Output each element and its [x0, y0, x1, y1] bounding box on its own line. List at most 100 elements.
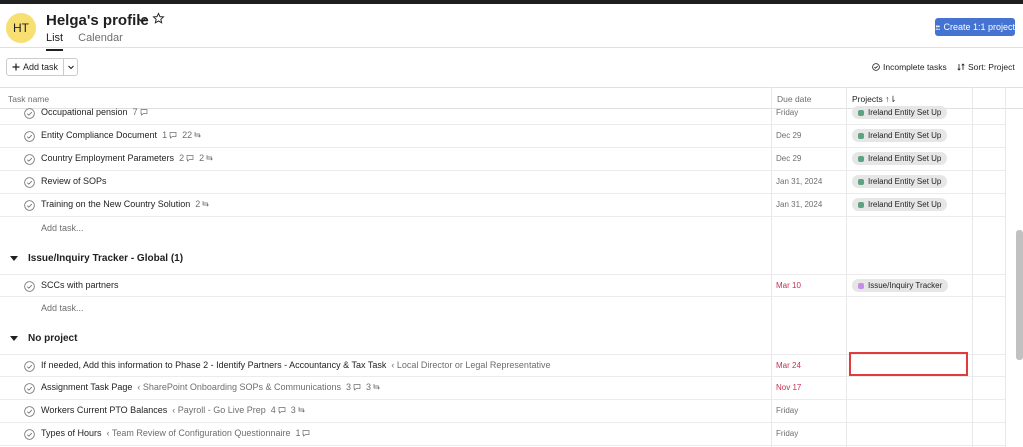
table-row[interactable]: Workers Current PTO Balances ‹ Payroll -… — [0, 400, 1005, 423]
comment-icon — [169, 132, 177, 139]
add-task-dropdown[interactable] — [64, 59, 77, 75]
subtask-icon — [202, 201, 210, 207]
table-row[interactable]: Training on the New Country Solution 2 J… — [0, 194, 1005, 217]
complete-checkbox-icon[interactable] — [24, 361, 35, 372]
due-date[interactable]: Friday — [776, 108, 798, 117]
due-date[interactable]: Mar 24 — [776, 361, 801, 370]
add-task-button[interactable]: Add task — [6, 58, 79, 76]
complete-checkbox-icon[interactable] — [24, 131, 35, 142]
project-pill[interactable]: Issue/Inquiry Tracker — [852, 279, 949, 292]
comment-icon — [140, 109, 147, 116]
complete-checkbox-icon[interactable] — [24, 281, 35, 292]
task-name[interactable]: Types of Hours ‹ Team Review of Configur… — [41, 428, 310, 438]
complete-checkbox-icon[interactable] — [24, 406, 35, 417]
subtask-number: 3 — [366, 382, 372, 392]
avatar[interactable]: HT — [6, 13, 36, 43]
task-name[interactable]: Assignment Task Page ‹ SharePoint Onboar… — [41, 382, 382, 392]
add-task-main[interactable]: Add task — [7, 59, 65, 75]
highlighted-projects-cell[interactable] — [849, 352, 968, 376]
comment-number: 1 — [162, 130, 168, 140]
complete-checkbox-icon[interactable] — [24, 108, 35, 119]
project-pill[interactable]: Ireland Entity Set Up — [852, 198, 948, 211]
task-title: Training on the New Country Solution — [41, 199, 191, 209]
subtask-count[interactable]: 3 — [366, 382, 382, 392]
subtask-number: 2 — [195, 199, 201, 209]
sort-button[interactable]: Sort: Project — [957, 62, 1015, 72]
subtask-number: 2 — [199, 153, 205, 163]
table-row[interactable]: Occupational pension 7 Friday Ireland En… — [0, 102, 1005, 125]
parent-task-link[interactable]: ‹ Local Director or Legal Representative — [391, 360, 550, 370]
parent-task-link[interactable]: ‹ SharePoint Onboarding SOPs & Communica… — [137, 382, 341, 392]
section-header[interactable]: No project — [10, 333, 77, 344]
section-header[interactable]: Issue/Inquiry Tracker - Global (1) — [10, 253, 183, 264]
filter-label: Incomplete tasks — [883, 62, 947, 72]
parent-task-link[interactable]: ‹ Team Review of Configuration Questionn… — [107, 428, 291, 438]
task-name[interactable]: Training on the New Country Solution 2 — [41, 199, 211, 209]
due-date[interactable]: Mar 10 — [776, 281, 801, 290]
vertical-scrollbar[interactable] — [1016, 230, 1023, 360]
section-title: Issue/Inquiry Tracker - Global (1) — [28, 253, 184, 264]
project-pill[interactable]: Ireland Entity Set Up — [852, 152, 948, 165]
check-circle-icon — [872, 63, 880, 71]
chevron-down-icon — [67, 65, 74, 70]
due-date[interactable]: Friday — [776, 406, 798, 415]
due-date[interactable]: Friday — [776, 429, 798, 438]
task-name[interactable]: Review of SOPs — [41, 176, 107, 186]
comment-count[interactable]: 2 — [179, 153, 194, 163]
table-row[interactable]: SCCs with partners Mar 10 Issue/Inquiry … — [0, 274, 1005, 297]
subtask-count[interactable]: 3 — [291, 405, 307, 415]
comment-count[interactable]: 1 — [295, 428, 310, 438]
subtask-count[interactable]: 2 — [199, 153, 215, 163]
comment-count[interactable]: 1 — [162, 130, 177, 140]
complete-checkbox-icon[interactable] — [24, 200, 35, 211]
star-icon[interactable] — [152, 12, 165, 25]
comment-count[interactable]: 3 — [346, 382, 361, 392]
task-title: Review of SOPs — [41, 176, 107, 186]
sort-icon — [957, 63, 965, 71]
table-row[interactable]: Entity Compliance Document 1 22 Dec 29 I… — [0, 125, 1005, 148]
create-project-button[interactable]: Create 1:1 project — [935, 18, 1015, 36]
complete-checkbox-icon[interactable] — [24, 154, 35, 165]
table-row[interactable]: Country Employment Parameters 2 2 Dec 29… — [0, 148, 1005, 171]
task-title: Types of Hours — [41, 428, 102, 438]
due-date[interactable]: Nov 17 — [776, 383, 801, 392]
add-task-link[interactable]: Add task... — [41, 303, 84, 313]
sort-label: Sort: Project — [968, 62, 1015, 72]
subtask-icon — [298, 407, 305, 413]
task-name[interactable]: SCCs with partners — [41, 280, 119, 290]
due-date[interactable]: Jan 31, 2024 — [776, 177, 822, 186]
task-name[interactable]: Country Employment Parameters 2 2 — [41, 153, 215, 163]
parent-task-link[interactable]: ‹ Payroll - Go Live Prep — [172, 405, 266, 415]
task-name[interactable]: Entity Compliance Document 1 22 — [41, 130, 203, 140]
project-pill[interactable]: Ireland Entity Set Up — [852, 129, 948, 142]
project-pill[interactable]: Ireland Entity Set Up — [852, 175, 948, 188]
collapse-triangle-icon[interactable] — [10, 256, 18, 261]
table-row[interactable]: Review of SOPs Jan 31, 2024 Ireland Enti… — [0, 171, 1005, 194]
comment-count[interactable]: 7 — [133, 107, 148, 117]
subtask-count[interactable]: 22 — [182, 130, 203, 140]
subtask-count[interactable]: 2 — [195, 199, 211, 209]
due-date[interactable]: Dec 29 — [776, 131, 801, 140]
collapse-triangle-icon[interactable] — [10, 336, 18, 341]
comment-number: 1 — [295, 428, 301, 438]
table-row[interactable]: Types of Hours ‹ Team Review of Configur… — [0, 423, 1005, 446]
task-name[interactable]: Workers Current PTO Balances ‹ Payroll -… — [41, 405, 307, 415]
incomplete-tasks-filter[interactable]: Incomplete tasks — [872, 62, 947, 72]
add-task-link[interactable]: Add task... — [41, 223, 84, 233]
comment-count[interactable]: 4 — [271, 405, 286, 415]
due-date[interactable]: Jan 31, 2024 — [776, 200, 822, 209]
task-name[interactable]: Occupational pension 7 — [41, 107, 148, 117]
chevron-down-icon[interactable] — [136, 14, 148, 26]
table-row[interactable]: Assignment Task Page ‹ SharePoint Onboar… — [0, 377, 1005, 400]
page-title: Helga's profile — [46, 12, 149, 29]
project-pill[interactable]: Ireland Entity Set Up — [852, 106, 948, 119]
project-color-dot — [858, 201, 864, 208]
due-date[interactable]: Dec 29 — [776, 154, 801, 163]
complete-checkbox-icon[interactable] — [24, 383, 35, 394]
complete-checkbox-icon[interactable] — [24, 429, 35, 440]
comment-icon — [303, 430, 310, 437]
complete-checkbox-icon[interactable] — [24, 177, 35, 188]
project-color-dot — [858, 178, 864, 185]
task-name[interactable]: If needed, Add this information to Phase… — [41, 360, 550, 370]
comment-icon — [353, 384, 361, 391]
